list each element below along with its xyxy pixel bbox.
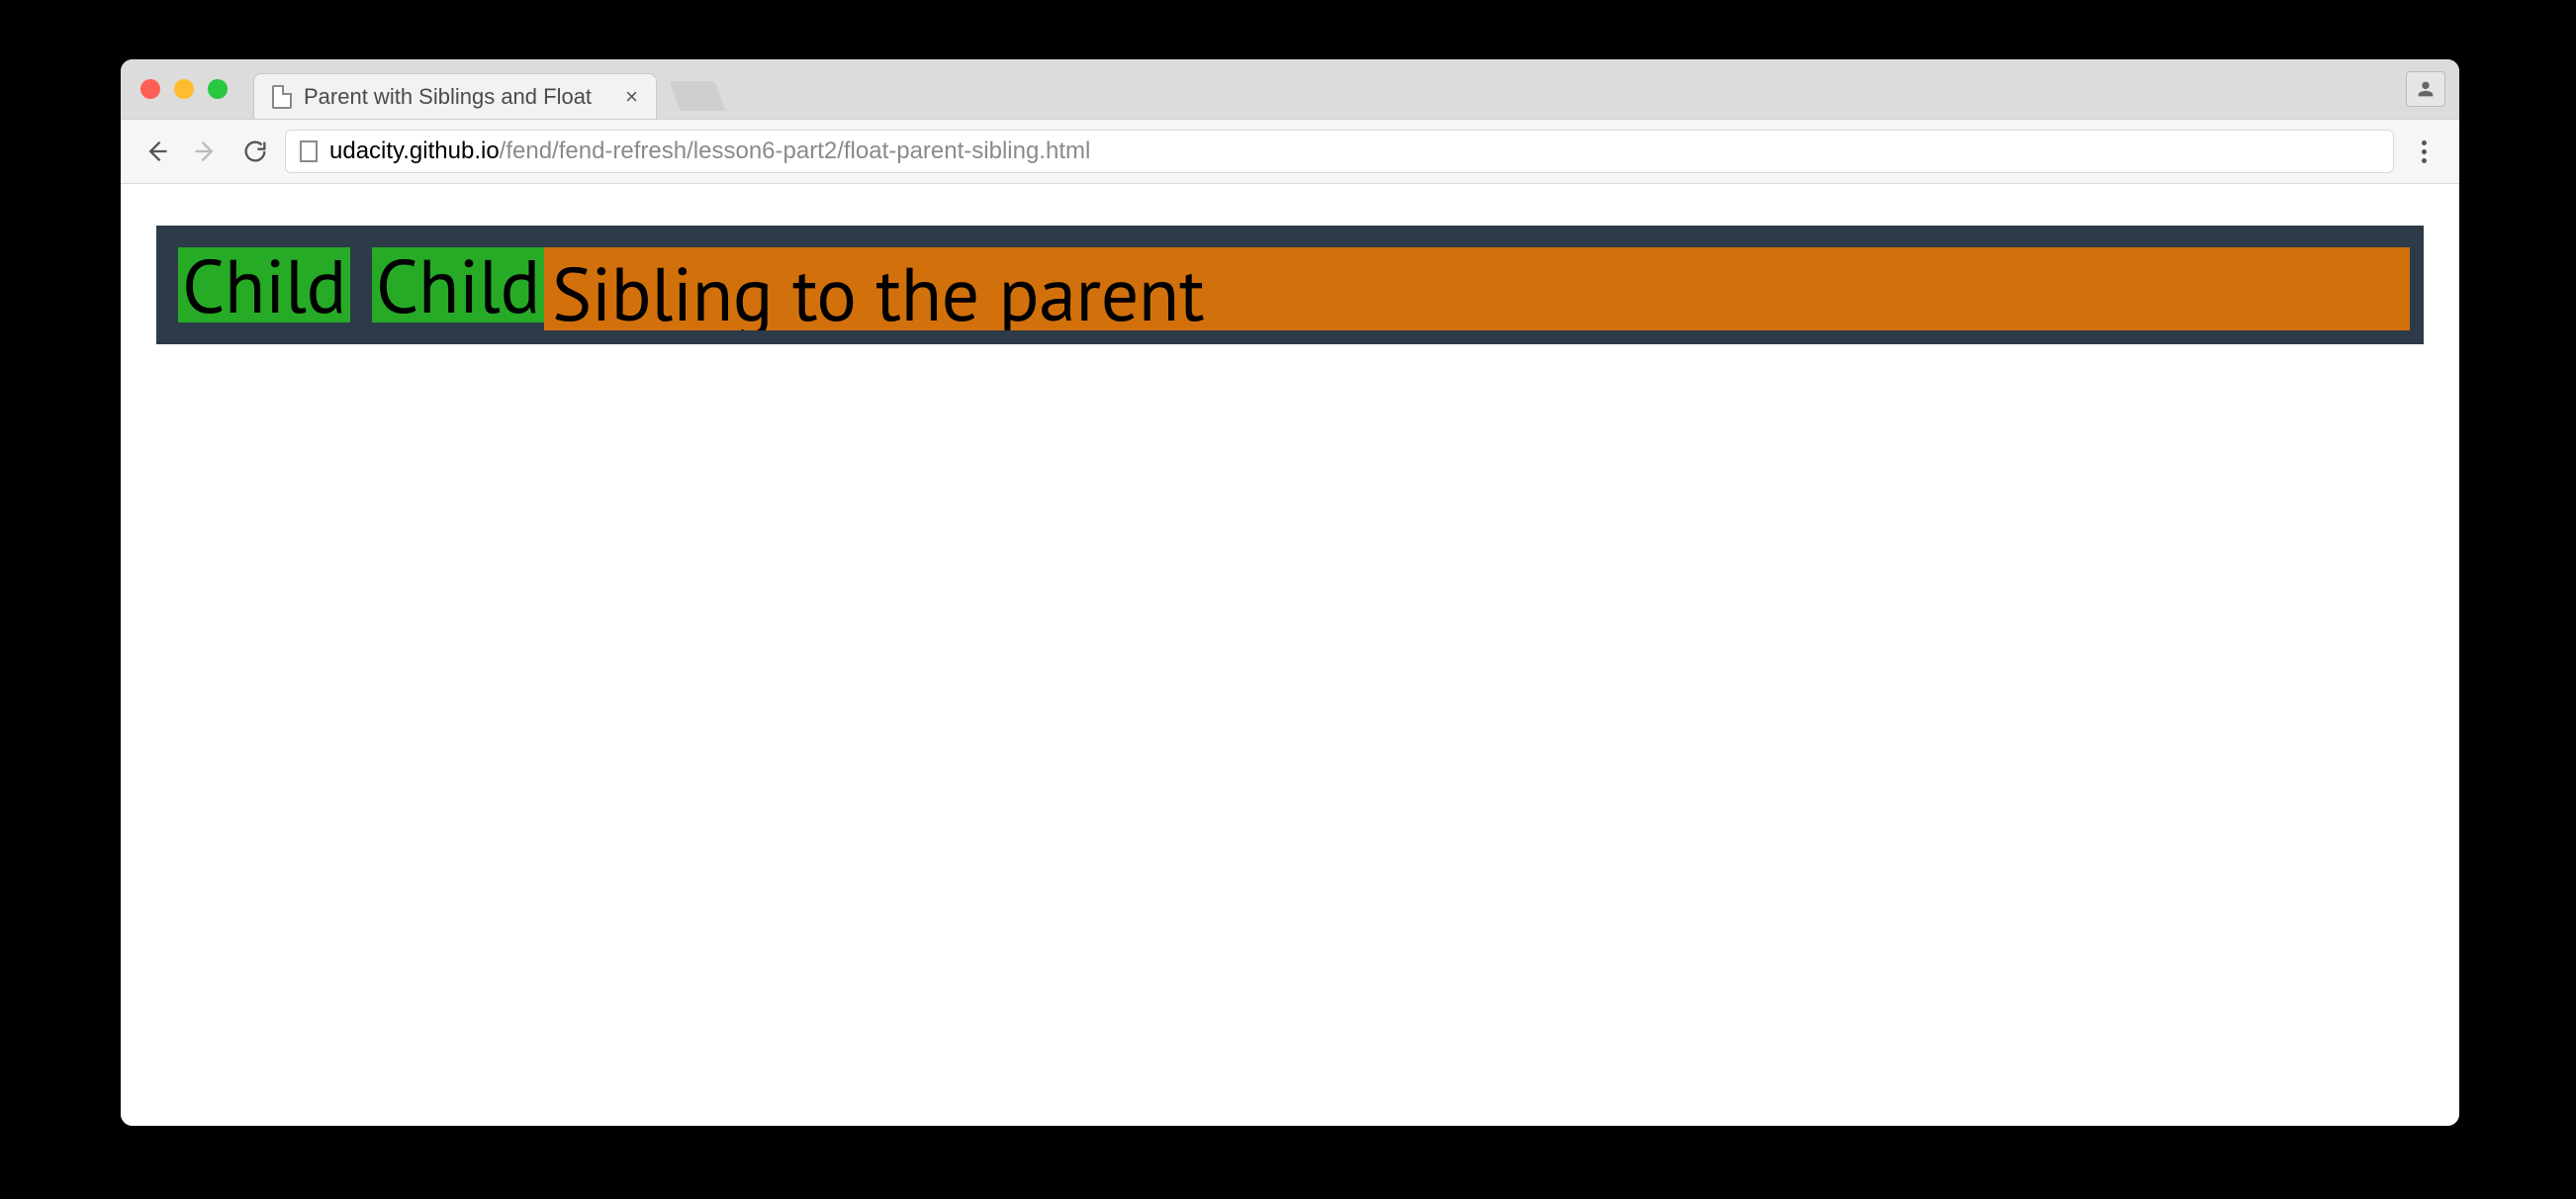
url-text: udacity.github.io/fend/fend-refresh/less… (329, 138, 1090, 165)
arrow-right-icon (192, 138, 220, 165)
tab-title: Parent with Siblings and Float (304, 84, 615, 110)
reload-icon (241, 138, 269, 165)
back-button[interactable] (137, 132, 176, 171)
tab-strip: Parent with Siblings and Float × (121, 59, 2459, 119)
close-tab-icon[interactable]: × (625, 84, 638, 110)
browser-window: Parent with Siblings and Float × udacity… (121, 59, 2459, 1126)
menu-button[interactable] (2404, 132, 2443, 171)
url-host: udacity.github.io (329, 138, 500, 164)
sibling-box: Sibling to the parent (544, 247, 2410, 330)
minimize-window-button[interactable] (174, 79, 194, 99)
reload-button[interactable] (235, 132, 275, 171)
person-icon (2415, 78, 2437, 100)
page-icon (300, 140, 318, 162)
traffic-lights (140, 79, 228, 99)
child-box-2: Child (372, 247, 544, 323)
child-box-1: Child (178, 247, 350, 323)
page-viewport: Child Child Sibling to the parent (121, 184, 2459, 1126)
parent-container: Child Child Sibling to the parent (156, 226, 2424, 344)
new-tab-button[interactable] (670, 81, 726, 111)
address-bar[interactable]: udacity.github.io/fend/fend-refresh/less… (285, 130, 2394, 173)
close-window-button[interactable] (140, 79, 160, 99)
document-icon (272, 85, 292, 109)
browser-tab[interactable]: Parent with Siblings and Float × (253, 73, 657, 119)
profile-button[interactable] (2406, 71, 2445, 107)
arrow-left-icon (142, 138, 170, 165)
toolbar: udacity.github.io/fend/fend-refresh/less… (121, 119, 2459, 184)
forward-button[interactable] (186, 132, 226, 171)
maximize-window-button[interactable] (208, 79, 228, 99)
kebab-icon (2422, 140, 2427, 163)
url-path: /fend/fend-refresh/lesson6-part2/float-p… (500, 138, 1091, 164)
